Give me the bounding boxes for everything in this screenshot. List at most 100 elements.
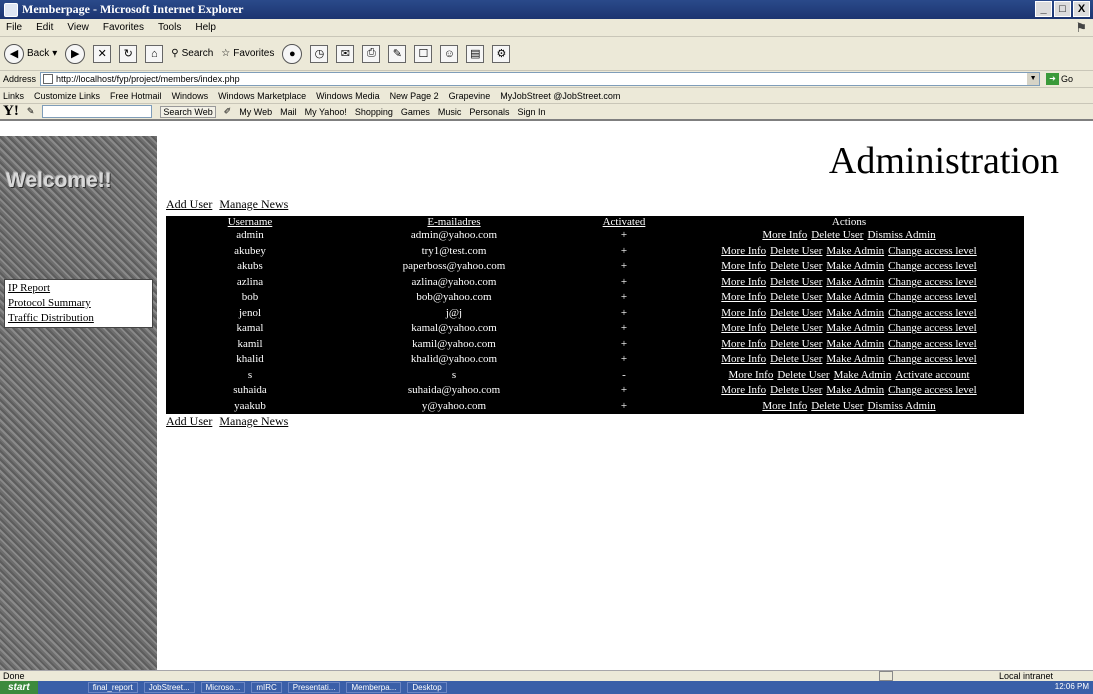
go-button[interactable]: ➜ Go bbox=[1046, 73, 1073, 85]
research-button[interactable]: ▤ bbox=[466, 44, 485, 63]
home-button[interactable]: ⌂ bbox=[145, 44, 164, 63]
header-username[interactable]: Username bbox=[166, 216, 334, 228]
task-presentation[interactable]: Presentati... bbox=[287, 682, 341, 693]
delete-user-link[interactable]: Delete User bbox=[811, 229, 863, 241]
menu-tools[interactable]: Tools bbox=[158, 22, 181, 33]
change-access-level-link[interactable]: Change access level bbox=[888, 291, 977, 303]
yahoo-item-personals[interactable]: Personals bbox=[469, 107, 509, 117]
yahoo-item-music[interactable]: Music bbox=[438, 107, 462, 117]
yahoo-item-shopping[interactable]: Shopping bbox=[355, 107, 393, 117]
yahoo-item-my-web[interactable]: My Web bbox=[239, 107, 272, 117]
mail-button[interactable]: ✉ bbox=[336, 44, 355, 63]
link-windows[interactable]: Windows bbox=[172, 91, 209, 101]
menu-view[interactable]: View bbox=[67, 22, 89, 33]
delete-user-link[interactable]: Delete User bbox=[770, 245, 822, 257]
make-admin-link[interactable]: Make Admin bbox=[826, 338, 884, 350]
add-user-link-bottom[interactable]: Add User bbox=[166, 414, 212, 428]
more-info-link[interactable]: More Info bbox=[728, 369, 773, 381]
change-access-level-link[interactable]: Change access level bbox=[888, 260, 977, 272]
messenger-button[interactable]: ☺ bbox=[440, 44, 459, 63]
manage-news-link-bottom[interactable]: Manage News bbox=[219, 414, 288, 428]
dismiss-admin-link[interactable]: Dismiss Admin bbox=[867, 229, 935, 241]
close-button[interactable]: X bbox=[1073, 1, 1090, 17]
more-info-link[interactable]: More Info bbox=[721, 260, 766, 272]
delete-user-link[interactable]: Delete User bbox=[770, 291, 822, 303]
task-memberpage[interactable]: Memberpa... bbox=[346, 682, 402, 693]
yahoo-search-button[interactable]: Search Web bbox=[160, 105, 216, 118]
maximize-button[interactable]: □ bbox=[1054, 1, 1071, 17]
more-info-link[interactable]: More Info bbox=[721, 291, 766, 303]
delete-user-link[interactable]: Delete User bbox=[770, 276, 822, 288]
menu-file[interactable]: File bbox=[6, 22, 22, 33]
change-access-level-link[interactable]: Change access level bbox=[888, 245, 977, 257]
make-admin-link[interactable]: Make Admin bbox=[826, 384, 884, 396]
make-admin-link[interactable]: Make Admin bbox=[826, 245, 884, 257]
forward-button[interactable]: ▶ bbox=[65, 43, 86, 64]
delete-user-link[interactable]: Delete User bbox=[770, 338, 822, 350]
menu-favorites[interactable]: Favorites bbox=[103, 22, 144, 33]
header-email[interactable]: E-mailadres bbox=[334, 216, 574, 228]
menu-help[interactable]: Help bbox=[195, 22, 216, 33]
link-grapevine[interactable]: Grapevine bbox=[449, 91, 491, 101]
link-myjobstreet[interactable]: MyJobStreet @JobStreet.com bbox=[500, 91, 620, 101]
pencil-icon[interactable]: ✎ bbox=[27, 106, 35, 117]
make-admin-link[interactable]: Make Admin bbox=[826, 276, 884, 288]
more-info-link[interactable]: More Info bbox=[721, 338, 766, 350]
search-button[interactable]: ⚲ Search bbox=[171, 48, 213, 59]
yahoo-item-mail[interactable]: Mail bbox=[280, 107, 297, 117]
yahoo-item-games[interactable]: Games bbox=[401, 107, 430, 117]
task-jobstreet[interactable]: JobStreet... bbox=[143, 682, 195, 693]
change-access-level-link[interactable]: Change access level bbox=[888, 307, 977, 319]
tools-extra-button[interactable]: ⚙ bbox=[492, 44, 511, 63]
change-access-level-link[interactable]: Change access level bbox=[888, 338, 977, 350]
delete-user-link[interactable]: Delete User bbox=[811, 400, 863, 412]
yahoo-item-sign-in[interactable]: Sign In bbox=[517, 107, 545, 117]
start-button[interactable]: start bbox=[0, 681, 38, 694]
delete-user-link[interactable]: Delete User bbox=[770, 260, 822, 272]
sidebar-item-ip-report[interactable]: IP Report bbox=[8, 281, 149, 296]
make-admin-link[interactable]: Make Admin bbox=[826, 291, 884, 303]
manage-news-link[interactable]: Manage News bbox=[219, 197, 288, 211]
task-final-report[interactable]: final_report bbox=[87, 682, 138, 693]
yahoo-item-my-yahoo[interactable]: My Yahoo! bbox=[305, 107, 347, 117]
delete-user-link[interactable]: Delete User bbox=[770, 384, 822, 396]
make-admin-link[interactable]: Make Admin bbox=[826, 260, 884, 272]
link-windows-marketplace[interactable]: Windows Marketplace bbox=[218, 91, 306, 101]
yahoo-search-input[interactable] bbox=[42, 105, 153, 118]
task-mirc[interactable]: mIRC bbox=[251, 682, 282, 693]
delete-user-link[interactable]: Delete User bbox=[770, 307, 822, 319]
task-desktop[interactable]: Desktop bbox=[407, 682, 447, 693]
print-button[interactable]: ⎙ bbox=[362, 44, 381, 63]
delete-user-link[interactable]: Delete User bbox=[777, 369, 829, 381]
discuss-button[interactable]: ☐ bbox=[414, 44, 433, 63]
more-info-link[interactable]: More Info bbox=[762, 400, 807, 412]
make-admin-link[interactable]: Make Admin bbox=[826, 353, 884, 365]
more-info-link[interactable]: More Info bbox=[721, 276, 766, 288]
link-windows-media[interactable]: Windows Media bbox=[316, 91, 380, 101]
address-input[interactable]: http://localhost/fyp/project/members/ind… bbox=[40, 72, 1041, 86]
menu-edit[interactable]: Edit bbox=[36, 22, 53, 33]
more-info-link[interactable]: More Info bbox=[762, 229, 807, 241]
change-access-level-link[interactable]: Change access level bbox=[888, 322, 977, 334]
dismiss-admin-link[interactable]: Dismiss Admin bbox=[867, 400, 935, 412]
more-info-link[interactable]: More Info bbox=[721, 322, 766, 334]
highlight-icon[interactable]: ✐ bbox=[224, 106, 232, 117]
sidebar-item-protocol-summary[interactable]: Protocol Summary bbox=[8, 296, 149, 311]
yahoo-logo[interactable]: Y! bbox=[3, 104, 19, 119]
make-admin-link[interactable]: Make Admin bbox=[826, 322, 884, 334]
change-access-level-link[interactable]: Change access level bbox=[888, 384, 977, 396]
delete-user-link[interactable]: Delete User bbox=[770, 353, 822, 365]
change-access-level-link[interactable]: Change access level bbox=[888, 276, 977, 288]
sidebar-item-traffic-distribution[interactable]: Traffic Distribution bbox=[8, 311, 149, 326]
media-button[interactable]: ● bbox=[282, 43, 303, 64]
change-access-level-link[interactable]: Change access level bbox=[888, 353, 977, 365]
make-admin-link[interactable]: Make Admin bbox=[826, 307, 884, 319]
minimize-button[interactable]: _ bbox=[1035, 1, 1052, 17]
link-new-page-2[interactable]: New Page 2 bbox=[390, 91, 439, 101]
delete-user-link[interactable]: Delete User bbox=[770, 322, 822, 334]
address-dropdown-icon[interactable]: ▼ bbox=[1027, 73, 1040, 85]
favorites-button[interactable]: ☆ Favorites bbox=[221, 48, 274, 59]
edit-button[interactable]: ✎ bbox=[388, 44, 407, 63]
history-button[interactable]: ◷ bbox=[310, 44, 329, 63]
add-user-link[interactable]: Add User bbox=[166, 197, 212, 211]
